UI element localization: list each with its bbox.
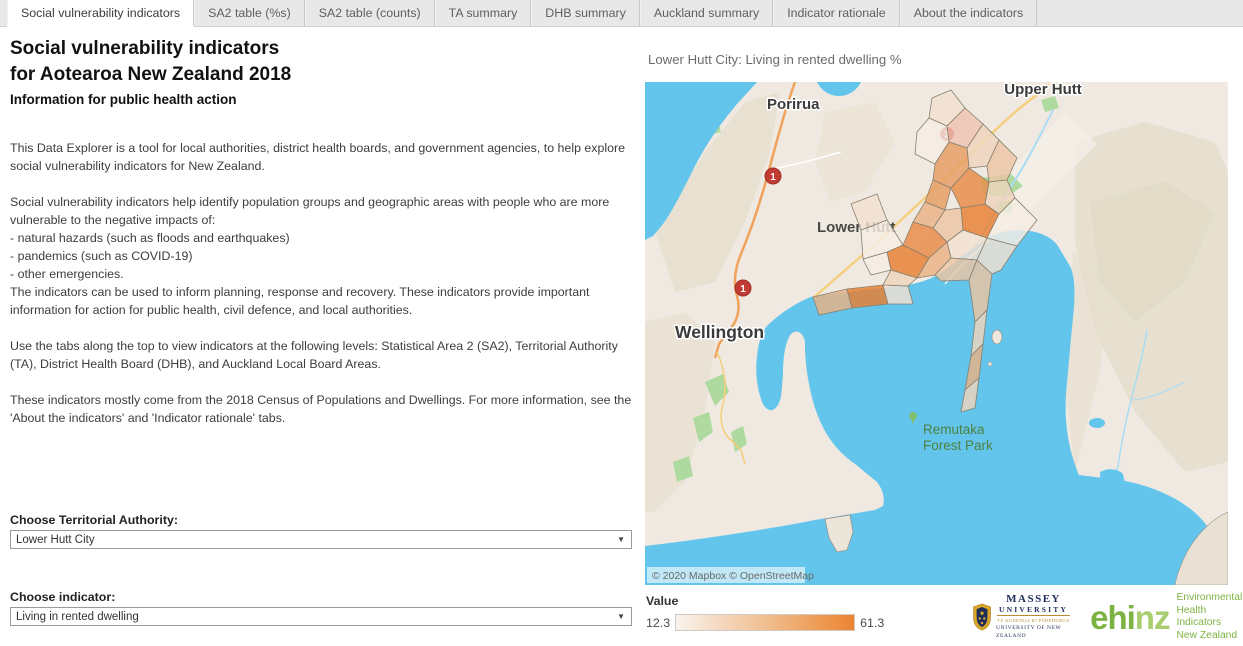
forest-park-label-line2: Forest Park	[923, 438, 993, 453]
svg-text:© 2020 Mapbox © OpenStreetMap: © 2020 Mapbox © OpenStreetMap	[652, 570, 814, 582]
territorial-authority-label: Choose Territorial Authority:	[10, 513, 178, 527]
tab-ta-summary[interactable]: TA summary	[435, 0, 532, 26]
legend-max-value: 61.3	[860, 616, 884, 630]
paragraph-3: Use the tabs along the top to view indic…	[10, 337, 634, 373]
title-line-1: Social vulnerability indicators	[10, 36, 632, 62]
indicator-select[interactable]: Living in rented dwelling ▼	[10, 607, 632, 626]
ehinz-tagline-line1: Environmental Health	[1176, 592, 1242, 617]
porirua-label: Porirua	[767, 96, 820, 113]
territorial-authority-value: Lower Hutt City	[16, 534, 95, 546]
dashboard: Social vulnerability indicators SA2 tabl…	[0, 0, 1243, 646]
tab-bar: Social vulnerability indicators SA2 tabl…	[0, 0, 1243, 27]
massey-university-logo: MASSEY UNIVERSITY TE KUNENGA KI PŪREHURO…	[972, 594, 1071, 640]
territorial-authority-select[interactable]: Lower Hutt City ▼	[10, 530, 632, 549]
tab-indicator-rationale[interactable]: Indicator rationale	[773, 0, 900, 26]
map-title: Lower Hutt City: Living in rented dwelli…	[648, 52, 902, 67]
upper-hutt-label: Upper Hutt	[1004, 82, 1082, 98]
map-attribution: © 2020 Mapbox © OpenStreetMap	[647, 567, 814, 583]
tab-about-the-indicators[interactable]: About the indicators	[900, 0, 1038, 26]
massey-wordmark-line1: MASSEY	[1006, 594, 1061, 605]
tab-auckland-summary[interactable]: Auckland summary	[640, 0, 773, 26]
paragraph-1: This Data Explorer is a tool for local a…	[10, 139, 634, 175]
svg-text:1: 1	[740, 284, 746, 295]
route-shield-1-north: 1	[765, 168, 781, 184]
paragraph-2: Social vulnerability indicators help ide…	[10, 193, 634, 319]
ehinz-tagline: Environmental Health Indicators New Zeal…	[1176, 592, 1242, 642]
indicator-value: Living in rented dwelling	[16, 611, 139, 623]
tab-sa2-table-pct[interactable]: SA2 table (%s)	[194, 0, 305, 26]
ehinz-logo: ehinz	[1090, 601, 1169, 634]
color-legend: 12.3 61.3	[646, 614, 884, 631]
forest-park-label-line1: Remutaka	[923, 422, 985, 437]
subtitle: Information for public health action	[10, 92, 632, 107]
legend-gradient-bar	[675, 614, 855, 631]
title-line-2: for Aotearoa New Zealand 2018	[10, 62, 632, 88]
massey-tagline: UNIVERSITY OF NEW ZEALAND	[996, 624, 1071, 640]
massey-maori-name: TE KUNENGA KI PŪREHUROA	[997, 615, 1069, 624]
chevron-down-icon: ▼	[617, 612, 625, 621]
tab-dhb-summary[interactable]: DHB summary	[531, 0, 640, 26]
tree-icon	[909, 412, 917, 420]
page-title: Social vulnerability indicators for Aote…	[10, 36, 632, 107]
intro-text: This Data Explorer is a tool for local a…	[10, 139, 634, 445]
wellington-label: Wellington	[675, 322, 764, 342]
chevron-down-icon: ▼	[617, 535, 625, 544]
massey-crest-icon	[972, 599, 992, 635]
tab-social-vulnerability-indicators[interactable]: Social vulnerability indicators	[7, 0, 194, 26]
tab-sa2-table-counts[interactable]: SA2 table (counts)	[305, 0, 435, 26]
legend-title: Value	[646, 594, 678, 608]
svg-text:1: 1	[770, 172, 776, 183]
massey-wordmark-line2: UNIVERSITY	[999, 605, 1068, 614]
choropleth-map[interactable]: Lower Hutt 2	[645, 82, 1228, 585]
legend-min-value: 12.3	[646, 616, 670, 630]
paragraph-4: These indicators mostly come from the 20…	[10, 391, 634, 427]
footer-logos: MASSEY UNIVERSITY TE KUNENGA KI PŪREHURO…	[972, 593, 1234, 641]
route-shield-1-south: 1	[735, 280, 751, 296]
ehinz-tagline-line2: Indicators New Zealand	[1176, 617, 1242, 642]
indicator-label: Choose indicator:	[10, 590, 115, 604]
